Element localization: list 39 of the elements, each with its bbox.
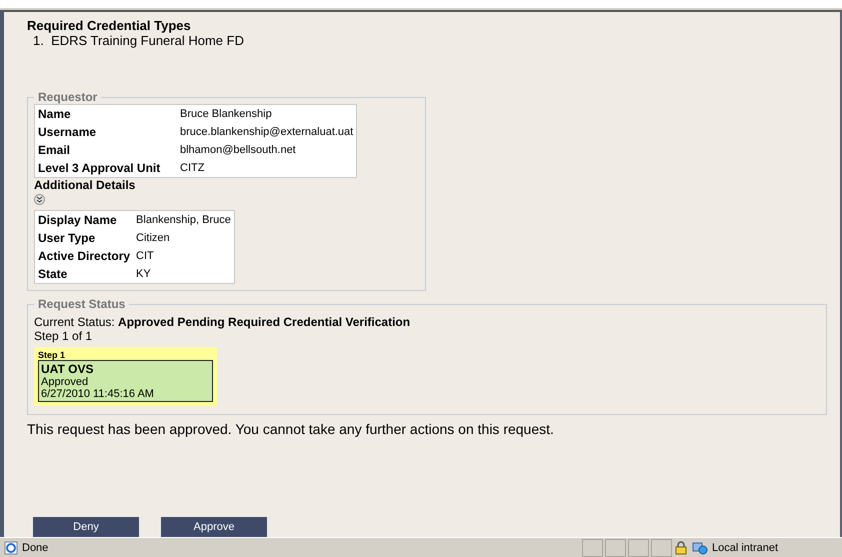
section-title: Required Credential Types	[27, 18, 192, 33]
credential-item: 1. EDRS Training Funeral Home FD	[33, 33, 245, 48]
action-button[interactable]: Deny	[33, 517, 139, 537]
field-label: Username	[34, 123, 177, 141]
field-label: User Type	[34, 229, 134, 247]
field-value: Blankenship, Bruce	[133, 210, 234, 229]
field-label: Level 3 Approval Unit	[34, 159, 177, 178]
field-value: CITZ	[177, 159, 357, 178]
step-count: Step 1 of 1	[34, 329, 94, 343]
field-value: blhamon@bellsouth.net	[177, 141, 357, 159]
status-pane	[628, 539, 649, 557]
current-status: Current Status: Approved Pending Required Credential Verification	[34, 315, 412, 329]
action-button[interactable]: Approve	[161, 517, 267, 537]
field-label: Name	[34, 104, 177, 123]
status-pane	[582, 539, 603, 557]
expand-icon[interactable]	[34, 194, 45, 205]
field-value: bruce.blankenship@externaluat.uat	[177, 123, 357, 141]
step-name: UAT OVS	[41, 362, 94, 376]
field-label: State	[34, 265, 134, 284]
lock-icon	[674, 541, 688, 555]
subsection-title: Additional Details	[34, 178, 136, 192]
status-pane	[651, 539, 672, 557]
field-label: Email	[34, 141, 177, 159]
field-value: KY	[133, 265, 234, 284]
field-value: CIT	[133, 247, 234, 265]
field-value: Bruce Blankenship	[177, 104, 357, 123]
step-label: Step 1	[38, 350, 66, 360]
zone-text: Local intranet	[712, 542, 778, 554]
panel-legend: Requestor	[34, 90, 102, 104]
field-label: Active Directory	[34, 247, 134, 265]
field-label: Display Name	[34, 210, 134, 229]
status-text: Done	[22, 542, 48, 554]
globe-icon	[692, 541, 708, 555]
step-status: Approved	[41, 376, 90, 388]
status-pane	[605, 539, 626, 557]
step-time: 6/27/2010 11:45:16 AM	[41, 388, 155, 400]
panel-legend: Request Status	[34, 297, 130, 311]
status-message: This request has been approved. You cannot take any further actions on this request.	[27, 421, 555, 437]
field-value: Citizen	[133, 229, 234, 247]
